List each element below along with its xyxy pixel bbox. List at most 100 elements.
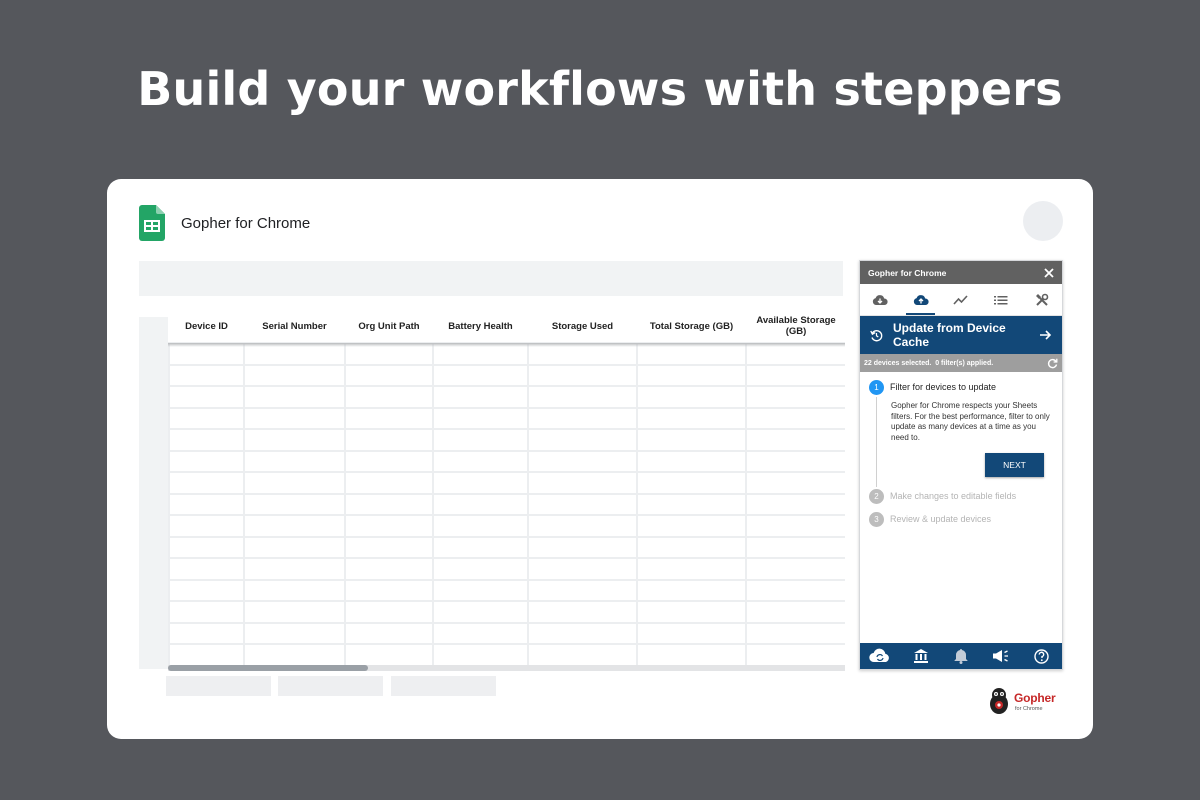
table-cell[interactable] [344, 578, 434, 602]
table-cell[interactable] [344, 406, 434, 430]
column-header[interactable]: Device ID [169, 310, 244, 343]
table-cell[interactable] [745, 514, 845, 538]
footer-org-button[interactable] [900, 648, 940, 664]
sheet-tab[interactable] [166, 676, 271, 696]
table-cell[interactable] [745, 449, 845, 473]
table-cell[interactable] [636, 514, 747, 538]
table-cell[interactable] [168, 471, 245, 495]
table-cell[interactable] [344, 385, 434, 409]
table-cell[interactable] [243, 643, 346, 665]
table-cell[interactable] [636, 385, 747, 409]
table-cell[interactable] [344, 557, 434, 581]
table-cell[interactable] [527, 621, 638, 645]
column-header[interactable]: Total Storage (GB) [637, 310, 746, 343]
footer-help-button[interactable] [1022, 648, 1062, 664]
table-cell[interactable] [636, 492, 747, 516]
table-cell[interactable] [243, 578, 346, 602]
table-cell[interactable] [432, 428, 529, 452]
table-cell[interactable] [527, 406, 638, 430]
table-cell[interactable] [636, 600, 747, 624]
table-cell[interactable] [527, 363, 638, 387]
table-cell[interactable] [243, 621, 346, 645]
table-cell[interactable] [168, 578, 245, 602]
table-cell[interactable] [344, 535, 434, 559]
table-cell[interactable] [243, 385, 346, 409]
table-cell[interactable] [432, 385, 529, 409]
table-cell[interactable] [636, 363, 747, 387]
tab-list[interactable] [981, 284, 1021, 315]
table-cell[interactable] [745, 385, 845, 409]
table-cell[interactable] [636, 428, 747, 452]
table-cell[interactable] [527, 557, 638, 581]
table-cell[interactable] [243, 600, 346, 624]
table-cell[interactable] [636, 535, 747, 559]
step-2[interactable]: 2 Make changes to editable fields [869, 489, 1052, 504]
table-cell[interactable] [344, 600, 434, 624]
step-3[interactable]: 3 Review & update devices [869, 512, 1052, 527]
table-cell[interactable] [344, 449, 434, 473]
table-cell[interactable] [168, 428, 245, 452]
table-cell[interactable] [243, 449, 346, 473]
table-cell[interactable] [432, 643, 529, 665]
sheet-tab[interactable] [278, 676, 383, 696]
account-avatar[interactable] [1023, 201, 1063, 241]
arrow-right-icon[interactable] [1039, 329, 1052, 341]
tab-upload[interactable] [900, 284, 940, 315]
table-cell[interactable] [243, 471, 346, 495]
table-cell[interactable] [636, 449, 747, 473]
table-cell[interactable] [432, 471, 529, 495]
table-cell[interactable] [168, 385, 245, 409]
next-button[interactable]: NEXT [985, 453, 1044, 477]
table-cell[interactable] [636, 557, 747, 581]
table-cell[interactable] [745, 557, 845, 581]
table-cell[interactable] [243, 363, 346, 387]
table-cell[interactable] [432, 363, 529, 387]
tab-trends[interactable] [941, 284, 981, 315]
table-cell[interactable] [432, 406, 529, 430]
column-header[interactable]: Available Storage (GB) [746, 310, 845, 343]
table-cell[interactable] [243, 514, 346, 538]
table-cell[interactable] [168, 406, 245, 430]
table-cell[interactable] [745, 643, 845, 665]
table-cell[interactable] [168, 643, 245, 665]
table-cell[interactable] [527, 428, 638, 452]
column-header[interactable]: Storage Used [528, 310, 637, 343]
table-cell[interactable] [745, 406, 845, 430]
table-cell[interactable] [745, 621, 845, 645]
table-cell[interactable] [344, 492, 434, 516]
table-cell[interactable] [527, 514, 638, 538]
column-header[interactable]: Battery Health [433, 310, 528, 343]
table-cell[interactable] [527, 578, 638, 602]
table-cell[interactable] [527, 385, 638, 409]
table-cell[interactable] [168, 600, 245, 624]
table-cell[interactable] [745, 578, 845, 602]
table-cell[interactable] [168, 363, 245, 387]
table-cell[interactable] [432, 621, 529, 645]
table-cell[interactable] [344, 363, 434, 387]
table-cell[interactable] [636, 643, 747, 665]
footer-notifications-button[interactable] [941, 648, 981, 664]
table-cell[interactable] [168, 535, 245, 559]
table-cell[interactable] [168, 557, 245, 581]
table-cell[interactable] [243, 428, 346, 452]
table-cell[interactable] [745, 492, 845, 516]
column-header[interactable]: Org Unit Path [345, 310, 433, 343]
table-cell[interactable] [745, 535, 845, 559]
table-cell[interactable] [527, 449, 638, 473]
table-cell[interactable] [344, 428, 434, 452]
table-cell[interactable] [432, 514, 529, 538]
table-cell[interactable] [527, 643, 638, 665]
table-cell[interactable] [745, 600, 845, 624]
table-cell[interactable] [344, 471, 434, 495]
table-cell[interactable] [432, 578, 529, 602]
table-cell[interactable] [745, 471, 845, 495]
table-cell[interactable] [344, 514, 434, 538]
table-cell[interactable] [636, 471, 747, 495]
footer-sync-button[interactable] [860, 648, 900, 664]
table-cell[interactable] [636, 406, 747, 430]
table-cell[interactable] [527, 492, 638, 516]
step-1[interactable]: 1 Filter for devices to update [869, 380, 1052, 395]
table-cell[interactable] [432, 557, 529, 581]
table-cell[interactable] [432, 449, 529, 473]
table-cell[interactable] [527, 600, 638, 624]
